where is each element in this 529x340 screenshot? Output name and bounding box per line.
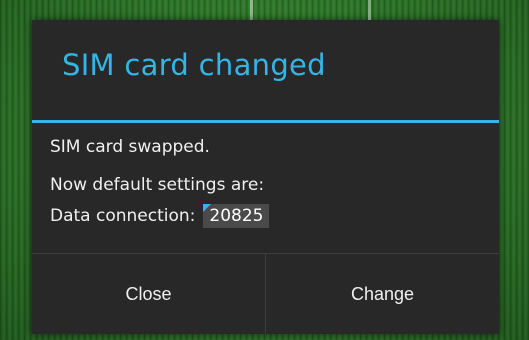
sim-changed-dialog: SIM card changed SIM card swapped. Now d…: [32, 20, 499, 334]
dialog-title-bar: SIM card changed: [32, 20, 499, 120]
dialog-button-bar: Close Change: [32, 253, 499, 334]
message-default-settings: Now default settings are:: [50, 175, 265, 195]
data-connection-label: Data connection:: [50, 206, 196, 226]
dialog-message: SIM card swapped. Now default settings a…: [50, 136, 481, 228]
message-sim-swapped: SIM card swapped.: [50, 137, 210, 157]
close-button[interactable]: Close: [32, 254, 265, 334]
title-divider: [32, 120, 499, 123]
data-connection-row: Data connection: 20825: [50, 204, 481, 228]
data-connection-value: 20825: [203, 204, 270, 228]
home-wallpaper: SIM card changed SIM card swapped. Now d…: [0, 0, 529, 340]
dialog-title: SIM card changed: [62, 48, 326, 82]
change-button[interactable]: Change: [266, 254, 499, 334]
